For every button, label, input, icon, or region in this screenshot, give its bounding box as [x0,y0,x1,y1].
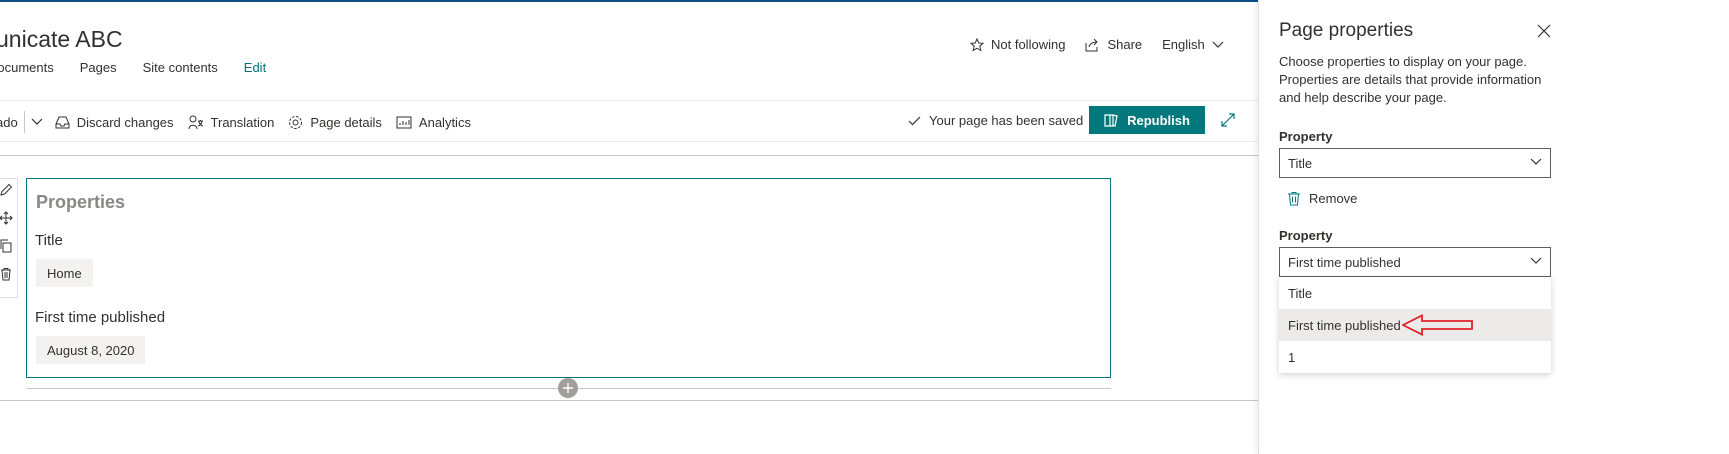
analytics-label: Analytics [418,114,471,130]
property-label-first-published: First time published [35,309,166,326]
nav-edit[interactable]: Edit [244,60,266,75]
property-dropdown-2[interactable]: First time published [1279,247,1551,277]
nav-documents[interactable]: Documents [0,60,54,75]
annotation-arrow-icon [1402,314,1473,336]
translation-label: Translation [210,114,275,130]
remove-label: Remove [1309,191,1358,206]
chevron-down-icon [1212,41,1224,48]
canvas-bottom-line [0,400,1258,401]
share-label: Share [1107,37,1143,52]
move-icon[interactable] [0,211,13,225]
discard-label: Discard changes [76,114,174,130]
panel-description: Choose properties to display on your pag… [1279,54,1542,105]
property-label-1: Property [1279,129,1333,144]
checkmark-icon [908,116,921,125]
option-1[interactable]: 1 [1279,341,1551,373]
star-icon [970,37,984,52]
chevron-down-icon[interactable] [31,118,43,126]
close-icon[interactable] [1537,24,1551,38]
webpart-edit-toolbar [0,178,18,298]
property-label-2: Property [1279,228,1333,243]
discard-changes-button[interactable]: Discard changes [55,115,174,130]
pencil-icon[interactable] [0,183,13,197]
discard-icon [55,116,70,129]
duplicate-icon[interactable] [0,239,13,253]
delete-icon[interactable] [0,267,13,281]
remove-property-button[interactable]: Remove [1287,191,1357,206]
save-status: Your page has been saved [908,113,1083,128]
book-icon [1104,113,1118,127]
republish-label: Republish [1127,112,1190,128]
nav-site-contents[interactable]: Site contents [143,60,218,75]
property-dropdown-2-value: First time published [1288,254,1401,270]
command-bar-divider [0,141,1258,142]
page-properties-panel: Page properties Choose properties to dis… [1258,0,1729,454]
chevron-down-icon [1530,257,1542,264]
option-title[interactable]: Title [1279,277,1551,309]
republish-button[interactable]: Republish [1089,106,1205,134]
header-divider [0,100,1258,101]
translation-icon [188,115,203,129]
header-actions: Not following Share English [970,37,1224,52]
undo-button[interactable]: ado [0,115,18,130]
follow-label: Not following [991,37,1066,52]
share-button[interactable]: Share [1085,37,1142,52]
page-details-button[interactable]: Page details [288,115,382,130]
properties-webpart[interactable]: Properties Title Home First time publish… [26,178,1111,378]
webpart-title: Properties [36,192,126,212]
section-top-line [0,155,1258,156]
expand-icon[interactable] [1220,112,1236,128]
follow-button[interactable]: Not following [970,37,1065,52]
property-label-title: Title [35,232,63,249]
command-bar: ado Discard changes Translation Page det… [0,111,485,133]
share-icon [1085,38,1099,51]
property-value-first-published: August 8, 2020 [36,336,146,364]
property-value-title: Home [36,259,93,287]
site-title[interactable]: unicate ABC [0,26,123,53]
analytics-icon [396,116,412,128]
property-dropdown-1[interactable]: Title [1279,148,1551,178]
page-details-label: Page details [310,114,382,130]
add-webpart-button[interactable] [558,378,578,398]
language-label: English [1162,37,1205,52]
analytics-button[interactable]: Analytics [396,115,471,130]
language-selector[interactable]: English [1162,37,1224,52]
gear-icon [289,115,303,129]
site-navigation: Documents Pages Site contents Edit [0,60,266,75]
trash-icon [1288,192,1300,206]
property-dropdown-1-value: Title [1288,155,1313,171]
translation-button[interactable]: Translation [188,114,275,130]
save-status-text: Your page has been saved [929,113,1084,128]
panel-title: Page properties [1279,20,1414,41]
command-separator [23,111,25,133]
nav-pages[interactable]: Pages [80,60,117,75]
plus-icon [563,383,573,393]
chevron-down-icon [1530,158,1542,165]
